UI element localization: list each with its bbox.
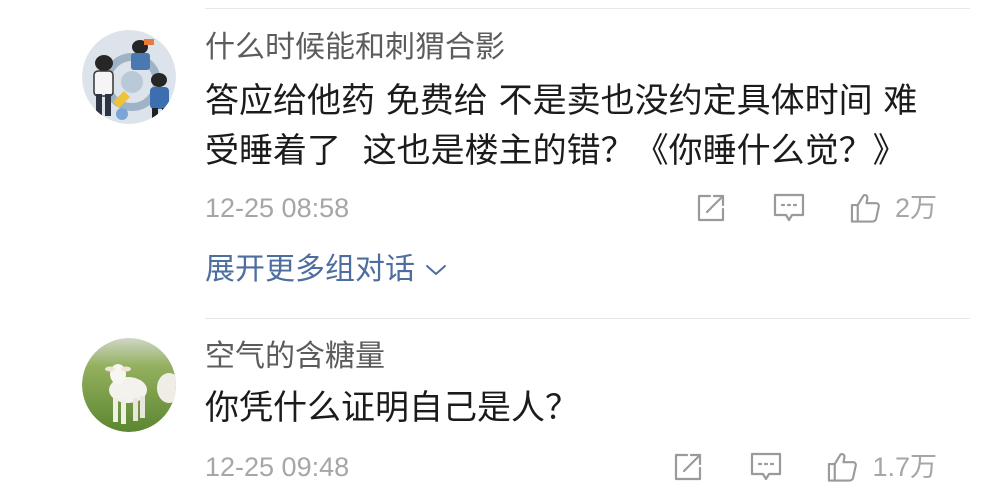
comment-text-line: 答应给他药 免费给 不是卖也没约定具体时间 难 xyxy=(205,81,918,121)
avatar-image xyxy=(82,30,176,124)
timestamp: 12-25 08:58 xyxy=(205,193,350,223)
avatar[interactable] xyxy=(82,338,176,432)
avatar[interactable] xyxy=(82,30,176,124)
comment-text: 答应给他药 免费给 不是卖也没约定具体时间 难 受睡着了 这也是楼主的错？《你睡… xyxy=(205,76,951,176)
avatar-image xyxy=(82,338,176,432)
expand-thread-link[interactable]: 展开更多组对话 xyxy=(205,252,447,288)
reply-button[interactable] xyxy=(750,452,782,482)
divider xyxy=(205,318,970,319)
like-button[interactable]: 2万 xyxy=(850,192,937,224)
share-icon xyxy=(697,194,725,222)
comment-icon xyxy=(773,193,805,222)
share-icon xyxy=(675,453,702,481)
comment-actions: 2万 xyxy=(696,192,937,224)
comment-text-line: 你凭什么证明自己是人？ xyxy=(205,388,579,428)
comment-actions: 1.7万 xyxy=(673,451,937,483)
comment-icon xyxy=(751,452,782,481)
like-count: 1.7万 xyxy=(872,452,937,482)
share-button[interactable] xyxy=(696,193,726,223)
chevron-down-icon xyxy=(426,265,446,275)
comment-list: 什么时候能和刺猬合影 答应给他药 免费给 不是卖也没约定具体时间 难 受睡着了 … xyxy=(0,0,991,503)
like-count: 2万 xyxy=(894,193,937,223)
reply-button[interactable] xyxy=(773,193,805,223)
thumbs-up-icon xyxy=(828,452,858,482)
comment-text: 你凭什么证明自己是人？ xyxy=(205,383,951,433)
comment-text-line: 受睡着了 这也是楼主的错？《你睡什么觉？》 xyxy=(205,131,907,171)
divider xyxy=(205,8,970,9)
expand-thread-label: 展开更多组对话 xyxy=(205,252,415,287)
username[interactable]: 空气的含糖量 xyxy=(205,339,385,375)
thumbs-up-icon xyxy=(850,193,880,223)
like-button[interactable]: 1.7万 xyxy=(827,451,937,483)
share-button[interactable] xyxy=(673,452,703,482)
timestamp: 12-25 09:48 xyxy=(205,452,350,482)
username[interactable]: 什么时候能和刺猬合影 xyxy=(205,30,505,66)
